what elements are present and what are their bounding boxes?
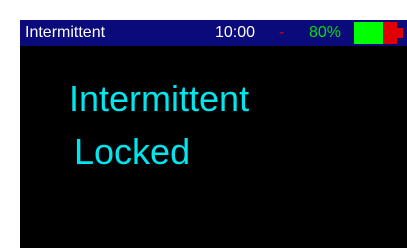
main-message-line1: Intermittent [69,78,250,119]
status-indicator: - [279,24,285,41]
mode-title: Intermittent [25,24,106,41]
battery-empty [383,22,397,44]
battery-fill [354,22,383,44]
clock-time: 10:00 [215,24,256,41]
main-message-line2: Locked [74,131,191,172]
battery-percent: 80% [309,24,342,41]
device-screen: Intermittent 10:00 - 80% Intermittent Lo… [20,20,407,248]
battery-tip [397,28,403,38]
battery-icon [354,22,404,44]
status-bar: Intermittent 10:00 - 80% [20,20,407,46]
